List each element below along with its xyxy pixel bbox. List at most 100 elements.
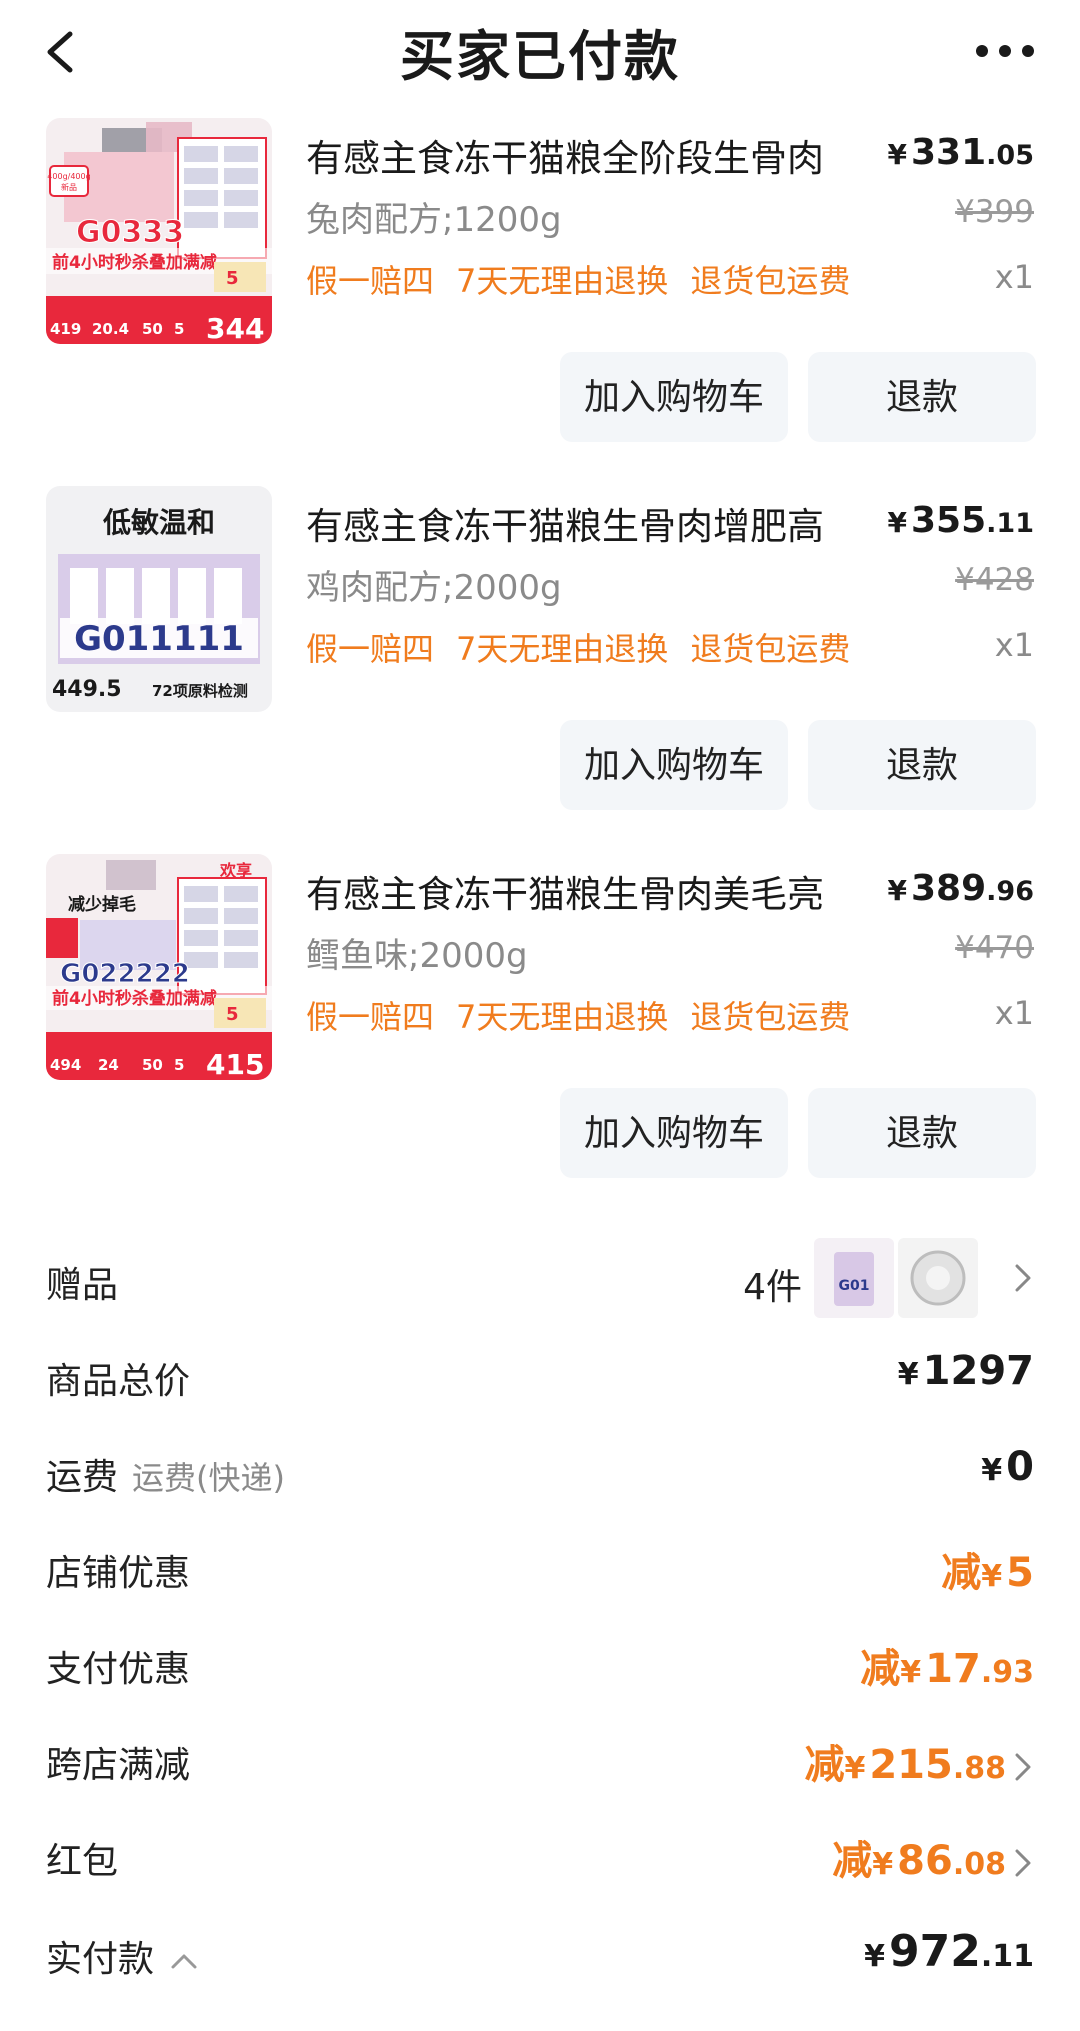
payment-discount-row: 支付优惠 减¥ 17.93 bbox=[46, 1630, 1034, 1700]
service-tag: 假一赔四 bbox=[306, 630, 435, 668]
add-to-cart-button[interactable]: 加入购物车 bbox=[560, 352, 788, 442]
quantity: x1 bbox=[994, 626, 1034, 664]
thumb-banner: 前4小时秒杀叠加满减 bbox=[52, 252, 217, 273]
thumb-chip: 50 bbox=[142, 1056, 163, 1074]
product-image: 欢享 减少掉毛 G022222 前4小时秒杀叠加满减 5 494 24 50 5… bbox=[46, 854, 272, 1080]
service-tag: 退货包运费 bbox=[690, 998, 851, 1036]
service-tag: 7天无理由退换 bbox=[456, 262, 669, 300]
service-tag: 假一赔四 bbox=[306, 262, 435, 300]
service-tag: 退货包运费 bbox=[690, 630, 851, 668]
product-thumbnail[interactable]: 400g/400g 新品 G0333 前4小时秒杀叠加满减 5 419 20.4… bbox=[46, 118, 272, 344]
thumb-chip: 24 bbox=[98, 1056, 119, 1074]
refund-button[interactable]: 退款 bbox=[808, 720, 1036, 810]
thumb-banner: 前4小时秒杀叠加满减 bbox=[52, 988, 217, 1009]
chevron-up-icon[interactable] bbox=[166, 1943, 202, 1979]
quantity: x1 bbox=[994, 258, 1034, 296]
top-bar: 买家已付款 bbox=[0, 0, 1080, 110]
service-tag: 退货包运费 bbox=[690, 262, 851, 300]
chevron-right-icon[interactable] bbox=[1012, 1260, 1034, 1296]
red-packet-label: 红包 bbox=[46, 1841, 119, 1882]
service-tag: 7天无理由退换 bbox=[456, 630, 669, 668]
product-thumbnail[interactable]: 低敏温和 G011111 449.5 72项原料检测 bbox=[46, 486, 272, 712]
cross-store-discount-label: 跨店满减 bbox=[46, 1745, 191, 1786]
service-tag: 7天无理由退换 bbox=[456, 998, 669, 1036]
paid-total-label: 实付款 bbox=[46, 1930, 202, 1982]
paid-total-value: ¥972.11 bbox=[864, 1926, 1034, 1977]
original-price: ¥428 bbox=[955, 562, 1034, 598]
thumb-price: 449.5 bbox=[52, 677, 122, 702]
thumb-heading: 减少掉毛 bbox=[68, 894, 136, 915]
shipping-row: 运费 运费(快递) ¥0 bbox=[46, 1438, 1034, 1508]
refund-button[interactable]: 退款 bbox=[808, 1088, 1036, 1178]
quantity: x1 bbox=[994, 994, 1034, 1032]
red-packet-value: 减¥ 86.08 bbox=[832, 1828, 1034, 1886]
product-name[interactable]: 有感主食冻干猫粮生骨肉美毛亮 bbox=[306, 864, 824, 918]
product-image: 400g/400g 新品 G0333 前4小时秒杀叠加满减 5 419 20.4… bbox=[46, 118, 272, 344]
store-discount-value: 减¥ 5 bbox=[941, 1550, 1034, 1596]
thumb-final-price: 344 bbox=[206, 312, 264, 344]
store-discount-row: 店铺优惠 减¥ 5 bbox=[46, 1534, 1034, 1604]
order-item: 欢享 减少掉毛 G022222 前4小时秒杀叠加满减 5 494 24 50 5… bbox=[0, 854, 1080, 1194]
thumb-chip: 419 bbox=[50, 320, 81, 338]
red-packet-row[interactable]: 红包 减¥ 86.08 bbox=[46, 1822, 1034, 1892]
chevron-right-icon[interactable] bbox=[1012, 1845, 1034, 1881]
payment-discount-value: 减¥ 17.93 bbox=[860, 1646, 1034, 1692]
thumb-note: 72项原料检测 bbox=[152, 682, 248, 700]
add-to-cart-button[interactable]: 加入购物车 bbox=[560, 720, 788, 810]
thumb-badge: 5 bbox=[226, 1004, 239, 1025]
order-item: 低敏温和 G011111 449.5 72项原料检测 有感主食冻干猫粮生骨肉增肥… bbox=[0, 486, 1080, 826]
add-to-cart-button[interactable]: 加入购物车 bbox=[560, 1088, 788, 1178]
thumb-code: G011111 bbox=[74, 619, 244, 659]
more-button[interactable] bbox=[970, 36, 1040, 66]
subtotal-value: ¥1297 bbox=[897, 1348, 1034, 1394]
more-dots-icon bbox=[976, 45, 1034, 57]
product-name[interactable]: 有感主食冻干猫粮全阶段生骨肉 bbox=[306, 128, 824, 182]
refund-button[interactable]: 退款 bbox=[808, 352, 1036, 442]
thumb-chip: 494 bbox=[50, 1056, 81, 1074]
gift-thumbnail[interactable] bbox=[898, 1238, 978, 1318]
thumb-code: G0333 bbox=[76, 215, 184, 250]
thumb-chip: 5 bbox=[174, 320, 184, 338]
page-title: 买家已付款 bbox=[400, 25, 680, 88]
subtotal-label: 商品总价 bbox=[46, 1361, 191, 1402]
thumb-badge: 5 bbox=[226, 268, 239, 289]
shipping-method: 运费(快递) bbox=[132, 1459, 285, 1497]
paid-total-row[interactable]: 实付款 ¥972.11 bbox=[46, 1920, 1034, 1990]
gift-count: 4件 bbox=[743, 1267, 802, 1308]
thumb-final-price: 415 bbox=[206, 1048, 264, 1080]
product-spec: 兔肉配方;1200g bbox=[306, 200, 562, 240]
thumb-code: G022222 bbox=[60, 959, 190, 989]
thumb-sticker: 400g/400g bbox=[47, 172, 90, 181]
product-spec: 鸡肉配方;2000g bbox=[306, 568, 562, 608]
gift-row[interactable]: 赠品 4件 G01 bbox=[46, 1238, 1034, 1318]
original-price: ¥399 bbox=[955, 194, 1034, 230]
service-tags: 假一赔四 7天无理由退换 退货包运费 bbox=[306, 256, 872, 302]
product-price: ¥355.11 bbox=[887, 500, 1034, 541]
product-price: ¥331.05 bbox=[887, 132, 1034, 173]
payment-discount-label: 支付优惠 bbox=[46, 1649, 191, 1690]
thumb-chip: 50 bbox=[142, 320, 163, 338]
gift-thumb-text: G01 bbox=[839, 1278, 870, 1294]
shipping-label: 运费 运费(快递) bbox=[46, 1457, 285, 1498]
service-tags: 假一赔四 7天无理由退换 退货包运费 bbox=[306, 992, 872, 1038]
product-image: 低敏温和 G011111 449.5 72项原料检测 bbox=[46, 486, 272, 712]
gift-thumbnail[interactable]: G01 bbox=[814, 1238, 894, 1318]
chevron-right-icon[interactable] bbox=[1012, 1749, 1034, 1785]
service-tag: 假一赔四 bbox=[306, 998, 435, 1036]
original-price: ¥470 bbox=[955, 930, 1034, 966]
product-price: ¥389.96 bbox=[887, 868, 1034, 909]
gift-label: 赠品 bbox=[46, 1265, 119, 1306]
cross-store-discount-value: 减¥ 215.88 bbox=[804, 1732, 1034, 1790]
order-detail-page: 买家已付款 400g/400g 新品 G0333 前4小时秒杀叠加满减 5 41… bbox=[0, 0, 1080, 2031]
cross-store-discount-row[interactable]: 跨店满减 减¥ 215.88 bbox=[46, 1726, 1034, 1796]
order-item: 400g/400g 新品 G0333 前4小时秒杀叠加满减 5 419 20.4… bbox=[0, 118, 1080, 458]
service-tags: 假一赔四 7天无理由退换 退货包运费 bbox=[306, 624, 872, 670]
shipping-value: ¥0 bbox=[981, 1444, 1034, 1490]
product-name[interactable]: 有感主食冻干猫粮生骨肉增肥高 bbox=[306, 496, 824, 550]
store-discount-label: 店铺优惠 bbox=[46, 1553, 191, 1594]
subtotal-row: 商品总价 ¥1297 bbox=[46, 1342, 1034, 1412]
product-thumbnail[interactable]: 欢享 减少掉毛 G022222 前4小时秒杀叠加满减 5 494 24 50 5… bbox=[46, 854, 272, 1080]
thumb-chip: 20.4 bbox=[92, 320, 129, 338]
product-spec: 鳕鱼味;2000g bbox=[306, 936, 528, 976]
thumb-sticker: 新品 bbox=[61, 182, 77, 192]
